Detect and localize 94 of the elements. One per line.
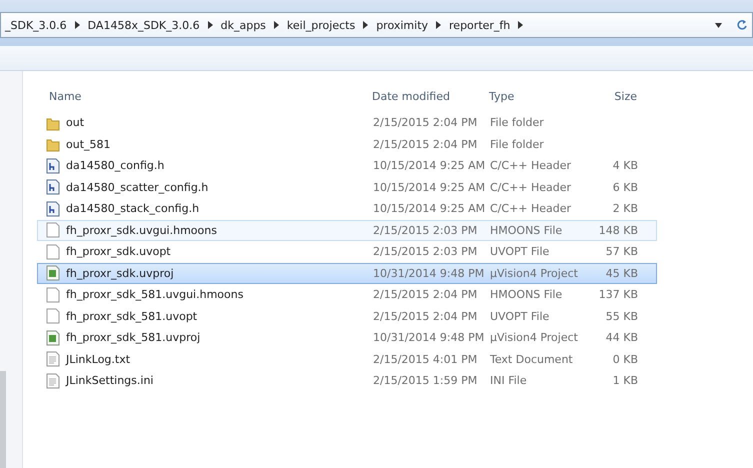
file-name: out [66, 116, 84, 130]
file-size: 6 KB [612, 180, 638, 194]
breadcrumb-item[interactable]: _SDK_3.0.6 [5, 18, 67, 32]
blank-file-icon [46, 244, 60, 260]
file-type: C/C++ Header [489, 180, 572, 194]
date-modified: 2/15/2015 2:03 PM [372, 224, 478, 237]
column-header[interactable]: Date modified [368, 90, 485, 102]
scrollbar-thumb[interactable] [0, 371, 6, 468]
file-name: fh_proxr_sdk_581.uvgui.hmoons [66, 288, 244, 302]
file-row[interactable]: fh_proxr_sdk_581.uvopt 2/15/2015 2:04 PM UVOPT File 55 KB [37, 306, 657, 327]
address-bar[interactable]: _SDK_3.0.6 DA1458x_SDK_3.0.6 dk_apps keil_projects proximity reporter_fh [0, 12, 753, 38]
file-row[interactable]: JLinkSettings.ini 2/15/2015 1:59 PM INI File 1 KB [37, 370, 657, 392]
chevron-icon[interactable] [208, 21, 213, 29]
file-type: HMOONS File [489, 224, 564, 237]
header-file-icon [46, 158, 60, 174]
dropdown-caret-icon[interactable] [715, 22, 722, 28]
file-size: 55 KB [604, 310, 638, 323]
file-type: µVision4 Project [489, 266, 579, 280]
file-name: JLinkSettings.ini [66, 374, 154, 388]
file-size: 148 KB [598, 224, 638, 237]
date-modified: 10/15/2014 9:25 AM [372, 180, 486, 194]
column-header[interactable]: Type [485, 90, 591, 102]
file-size: 4 KB [612, 159, 638, 172]
file-name: fh_proxr_sdk.uvopt [66, 245, 171, 258]
file-size: 44 KB [604, 331, 638, 344]
project-file-icon [46, 330, 60, 346]
file-row[interactable]: fh_proxr_sdk.uvopt 2/15/2015 2:03 PM UVOPT File 57 KB [37, 241, 657, 262]
file-size: 137 KB [598, 288, 638, 302]
date-modified: 2/15/2015 4:01 PM [372, 352, 478, 366]
file-row[interactable]: fh_proxr_sdk_581.uvproj 10/31/2014 9:48 PM µVision4 Project 44 KB [37, 327, 657, 348]
file-type: C/C++ Header [489, 159, 572, 172]
file-row[interactable]: out 2/15/2015 2:04 PM File folder [37, 112, 657, 134]
file-name: fh_proxr_sdk_581.uvopt [66, 310, 198, 323]
date-modified: 2/15/2015 2:04 PM [372, 288, 478, 302]
file-name: da14580_scatter_config.h [66, 180, 208, 194]
blank-file-icon [46, 308, 60, 324]
file-row[interactable]: fh_proxr_sdk_581.uvgui.hmoons 2/15/2015 2:04 PM HMOONS File 137 KB [37, 284, 657, 306]
date-modified: 10/15/2014 9:25 AM [372, 202, 486, 216]
file-type: File folder [489, 138, 545, 151]
breadcrumb-item[interactable]: keil_projects [286, 18, 356, 32]
project-file-icon [46, 265, 60, 282]
file-name: fh_proxr_sdk.uvgui.hmoons [66, 224, 217, 237]
column-header[interactable]: Name [45, 90, 368, 102]
column-header[interactable]: Size [591, 90, 637, 102]
breadcrumb-item[interactable]: proximity [376, 18, 428, 32]
file-row[interactable]: fh_proxr_sdk.uvproj 10/31/2014 9:48 PM µVision4 Project 45 KB [37, 262, 657, 284]
file-type: File folder [489, 116, 545, 130]
date-modified: 2/15/2015 2:04 PM [372, 138, 478, 151]
file-type: C/C++ Header [489, 202, 572, 216]
file-type: UVOPT File [489, 245, 550, 258]
file-name: da14580_config.h [66, 159, 164, 172]
text-file-icon [46, 351, 60, 368]
file-type: UVOPT File [489, 310, 550, 323]
header-file-icon [46, 200, 60, 217]
header-file-icon [46, 179, 60, 196]
file-name: fh_proxr_sdk_581.uvproj [66, 331, 200, 344]
file-row[interactable]: da14580_stack_config.h 10/15/2014 9:25 AM C/C++ Header 2 KB [37, 198, 657, 220]
file-name: da14580_stack_config.h [66, 202, 200, 216]
file-row[interactable]: out_581 2/15/2015 2:04 PM File folder [37, 134, 657, 155]
blank-file-icon [46, 286, 60, 303]
file-row[interactable]: JLinkLog.txt 2/15/2015 4:01 PM Text Document 0 KB [37, 348, 657, 370]
file-name: out_581 [66, 138, 111, 151]
refresh-icon[interactable] [736, 19, 748, 31]
file-size: 0 KB [612, 352, 638, 366]
chevron-icon[interactable] [436, 21, 442, 29]
file-row[interactable]: fh_proxr_sdk.uvgui.hmoons 2/15/2015 2:03 PM HMOONS File 148 KB [37, 220, 657, 241]
date-modified: 10/31/2014 9:48 PM [372, 331, 486, 344]
date-modified: 10/15/2014 9:25 AM [372, 159, 486, 172]
date-modified: 10/31/2014 9:48 PM [372, 266, 486, 280]
date-modified: 2/15/2015 1:59 PM [372, 374, 478, 388]
breadcrumb-item[interactable]: dk_apps [220, 18, 266, 32]
file-size: 45 KB [604, 266, 638, 280]
breadcrumb-item[interactable]: DA1458x_SDK_3.0.6 [88, 18, 200, 32]
file-type: Text Document [489, 352, 574, 366]
file-type: INI File [489, 374, 528, 388]
file-size: 57 KB [604, 245, 638, 258]
file-size: 1 KB [612, 374, 638, 388]
chevron-icon[interactable] [74, 21, 80, 29]
file-size: 2 KB [612, 202, 638, 216]
file-name: fh_proxr_sdk.uvproj [66, 266, 174, 280]
date-modified: 2/15/2015 2:04 PM [372, 116, 478, 130]
file-name: JLinkLog.txt [66, 352, 130, 366]
text-file-icon [46, 372, 60, 389]
breadcrumb-item[interactable]: reporter_fh [449, 18, 510, 32]
date-modified: 2/15/2015 2:04 PM [372, 310, 478, 323]
date-modified: 2/15/2015 2:03 PM [372, 245, 478, 258]
file-type: µVision4 Project [489, 331, 579, 344]
chevron-icon[interactable] [363, 21, 368, 29]
chevron-icon[interactable] [518, 21, 524, 29]
chevron-icon[interactable] [274, 21, 279, 29]
file-row[interactable]: da14580_scatter_config.h 10/15/2014 9:25 AM C/C++ Header 6 KB [37, 176, 657, 198]
file-type: HMOONS File [489, 288, 564, 302]
blank-file-icon [46, 222, 60, 238]
file-row[interactable]: da14580_config.h 10/15/2014 9:25 AM C/C++ Header 4 KB [37, 155, 657, 176]
